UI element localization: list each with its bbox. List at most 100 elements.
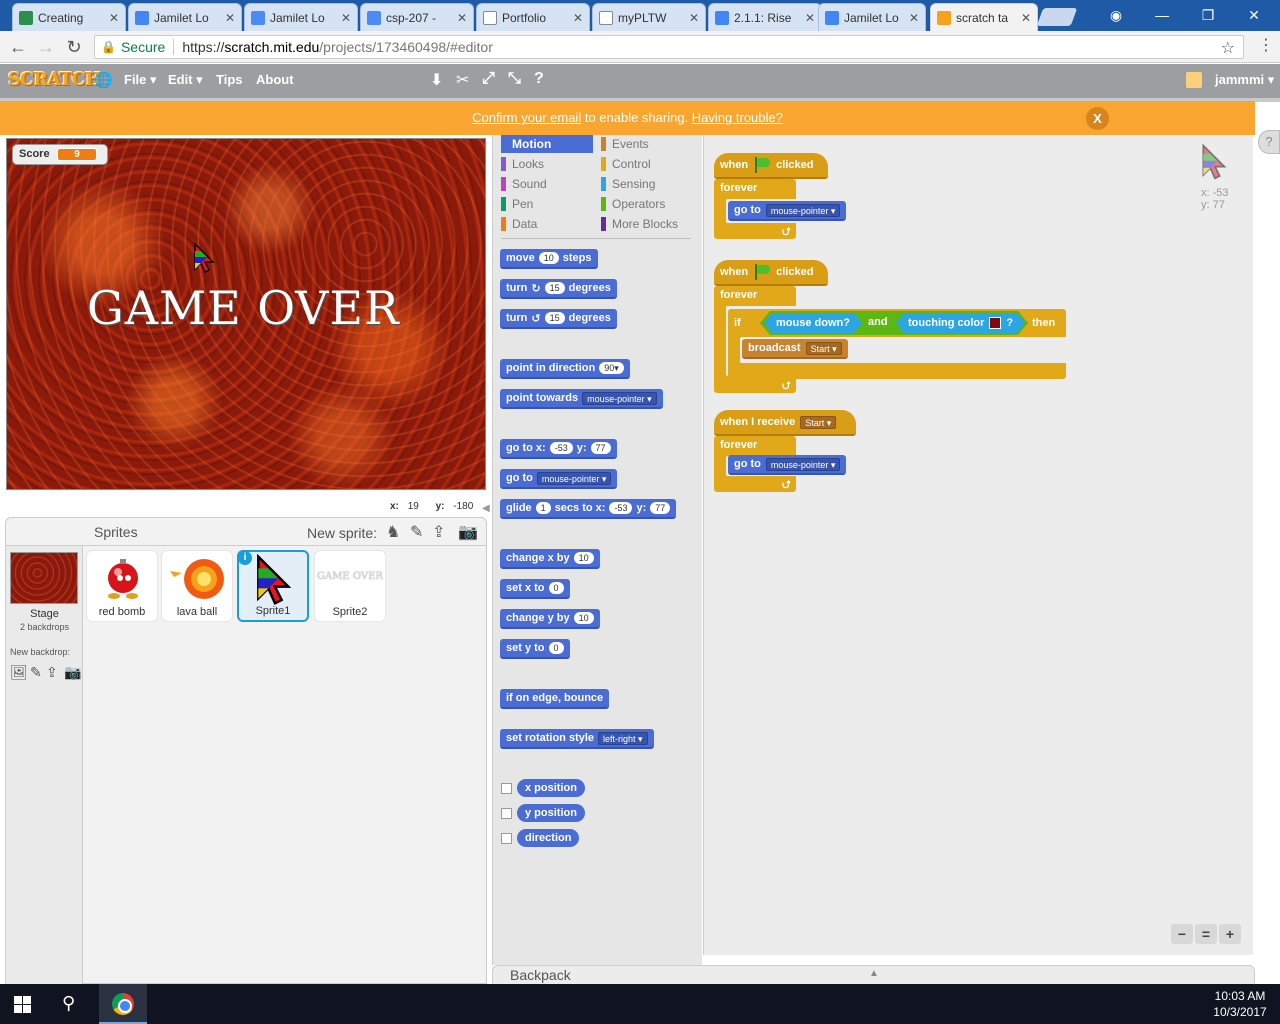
sprite-library-icon[interactable]: ♞ <box>386 522 400 542</box>
close-icon[interactable]: ✕ <box>805 11 815 25</box>
y-input[interactable]: 77 <box>590 442 611 454</box>
when-flag-clicked-hat[interactable]: when clicked <box>714 260 828 286</box>
block-move-steps[interactable]: move 10 steps <box>500 249 598 269</box>
block-rotation-style[interactable]: set rotation style left-right ▾ <box>500 729 654 749</box>
about-menu[interactable]: About <box>256 72 294 87</box>
reporter-direction[interactable]: direction <box>517 829 580 847</box>
profile-icon[interactable]: ◉ <box>1094 4 1138 26</box>
close-icon[interactable]: ✕ <box>689 11 699 25</box>
zoom-out-icon[interactable]: − <box>1171 924 1193 944</box>
close-icon[interactable]: ✕ <box>909 11 919 25</box>
system-clock[interactable]: 10:03 AM 10/3/2017 <box>1210 988 1270 1020</box>
tips-menu[interactable]: Tips <box>216 72 243 87</box>
when-flag-clicked-hat[interactable]: when clicked <box>714 153 828 179</box>
sprite-card-lava-ball[interactable]: lava ball <box>161 550 233 622</box>
confirm-email-link[interactable]: Confirm your email <box>472 110 581 125</box>
browser-tab[interactable]: Jamilet Lo ✕ <box>818 3 926 31</box>
category-sensing[interactable]: Sensing <box>601 175 693 193</box>
info-icon[interactable]: i <box>238 551 252 565</box>
block-point-towards[interactable]: point towards mouse-pointer ▾ <box>500 389 663 409</box>
shrink-tool-icon[interactable]: ⤡ <box>508 70 521 88</box>
block-turn-right[interactable]: turn ↻ 15 degrees <box>500 279 617 299</box>
camera-backdrop-icon[interactable]: 📷 <box>64 664 81 681</box>
broadcast-block[interactable]: broadcast Start ▾ <box>742 339 848 359</box>
x-input[interactable]: -53 <box>609 502 633 514</box>
scratch-logo[interactable]: SCRATCH <box>8 69 102 90</box>
close-icon[interactable]: ✕ <box>457 11 467 25</box>
new-tab-button[interactable] <box>1036 8 1078 26</box>
user-menu[interactable]: jammmi ▾ <box>1215 72 1274 88</box>
rotation-dropdown[interactable]: left-right ▾ <box>598 731 648 745</box>
category-control[interactable]: Control <box>601 155 693 173</box>
x-input[interactable]: -53 <box>549 442 573 454</box>
category-data[interactable]: Data <box>501 215 593 233</box>
category-operators[interactable]: Operators <box>601 195 693 213</box>
search-icon[interactable]: ⚲ <box>62 993 75 1014</box>
browser-tab[interactable]: Jamilet Lo ✕ <box>244 3 358 31</box>
zoom-reset-icon[interactable]: = <box>1195 924 1217 944</box>
y-input[interactable]: 77 <box>650 502 671 514</box>
browser-tab[interactable]: myPLTW ✕ <box>592 3 706 31</box>
close-icon[interactable]: ✕ <box>225 11 235 25</box>
paint-backdrop-icon[interactable]: ✎ <box>30 664 42 681</box>
collapse-stage-icon[interactable]: ◀ <box>482 503 490 515</box>
close-icon[interactable]: ✕ <box>1021 11 1031 25</box>
block-bounce[interactable]: if on edge, bounce <box>500 689 610 709</box>
camera-icon[interactable]: 📷 <box>458 522 478 542</box>
sprite-card-red-bomb[interactable]: red bomb <box>86 550 158 622</box>
category-sound[interactable]: Sound <box>501 175 593 193</box>
secs-input[interactable]: 1 <box>535 502 551 514</box>
value-input[interactable]: 0 <box>548 642 564 654</box>
chrome-taskbar-button[interactable] <box>99 984 147 1024</box>
duplicate-tool-icon[interactable]: ⬇ <box>430 70 443 90</box>
browser-tab[interactable]: Jamilet Lo ✕ <box>128 3 242 31</box>
category-more-blocks[interactable]: More Blocks <box>601 215 693 233</box>
globe-icon[interactable]: 🌐 <box>94 71 113 89</box>
target-dropdown[interactable]: mouse-pointer ▾ <box>536 471 612 485</box>
block-set-y[interactable]: set y to 0 <box>500 639 570 659</box>
stage-selector[interactable]: Stage 2 backdrops New backdrop: 🖼 ✎ ⇪ 📷 <box>6 546 83 984</box>
close-icon[interactable]: ✕ <box>109 11 119 25</box>
value-input[interactable]: 0 <box>548 582 564 594</box>
upload-backdrop-icon[interactable]: ⇪ <box>46 664 58 681</box>
category-events[interactable]: Events <box>601 135 693 153</box>
file-menu[interactable]: File ▾ <box>124 72 157 88</box>
avatar[interactable] <box>1186 72 1202 88</box>
minimize-icon[interactable]: — <box>1140 4 1184 26</box>
score-monitor[interactable]: Score 9 <box>12 144 108 165</box>
browser-tab[interactable]: Creating ✕ <box>12 3 126 31</box>
degrees-input[interactable]: 15 <box>544 312 565 324</box>
go-to-block[interactable]: go to mouse-pointer ▾ <box>728 455 847 475</box>
script-area[interactable]: when clicked forever ⮍ go to mouse-point… <box>703 135 1253 955</box>
help-tab-button[interactable]: ? <box>1258 130 1280 154</box>
bookmark-star-icon[interactable]: ☆ <box>1221 38 1235 58</box>
when-i-receive-hat[interactable]: when I receive Start ▾ <box>714 410 856 436</box>
stage-canvas[interactable]: Score 9 GAME OVER <box>6 138 486 490</box>
block-turn-left[interactable]: turn ↺ 15 degrees <box>500 309 617 329</box>
block-go-to-xy[interactable]: go to x: -53 y: 77 <box>500 439 617 459</box>
block-set-x[interactable]: set x to 0 <box>500 579 570 599</box>
browser-tab-active[interactable]: scratch ta ✕ <box>930 3 1038 31</box>
banner-close-button[interactable]: X <box>1086 107 1109 130</box>
browser-tab[interactable]: csp-207 - ✕ <box>360 3 474 31</box>
touching-color-sensing[interactable]: touching color ? <box>896 313 1025 333</box>
block-point-direction[interactable]: point in direction 90▾ <box>500 359 630 379</box>
url-text[interactable]: https://scratch.mit.edu/projects/1734604… <box>182 39 493 55</box>
backdrop-library-icon[interactable]: 🖼 <box>10 664 28 681</box>
target-dropdown[interactable]: mouse-pointer ▾ <box>765 457 841 471</box>
browser-tab[interactable]: 2.1.1: Rise ✕ <box>708 3 822 31</box>
reporter-y-position[interactable]: y position <box>517 804 585 822</box>
expand-backpack-icon[interactable]: ▲ <box>869 968 879 979</box>
cut-tool-icon[interactable]: ✂ <box>456 70 469 90</box>
x-position-checkbox[interactable] <box>501 783 512 794</box>
kebab-menu-icon[interactable]: ⋮ <box>1258 35 1274 55</box>
having-trouble-link[interactable]: Having trouble? <box>692 110 783 125</box>
edit-menu[interactable]: Edit ▾ <box>168 72 203 88</box>
block-go-to[interactable]: go to mouse-pointer ▾ <box>500 469 618 489</box>
restore-icon[interactable]: ❐ <box>1186 4 1230 26</box>
target-dropdown[interactable]: mouse-pointer ▾ <box>765 203 841 217</box>
sprite-card-sprite1[interactable]: i Sprite1 <box>237 550 309 622</box>
category-pen[interactable]: Pen <box>501 195 593 213</box>
value-input[interactable]: 10 <box>573 612 594 624</box>
windows-start-icon[interactable] <box>14 996 31 1013</box>
